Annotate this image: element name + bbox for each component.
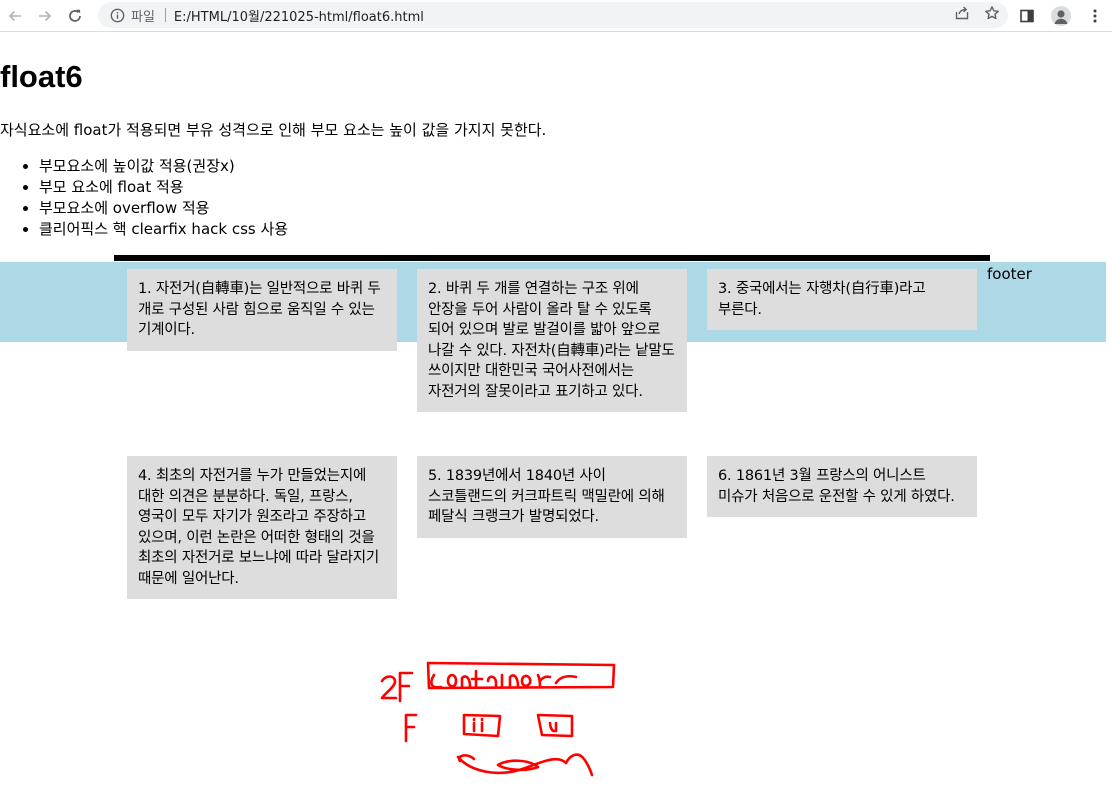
footer-label: footer: [987, 265, 1032, 283]
container-top-border: [114, 255, 990, 261]
reload-icon[interactable]: [60, 1, 90, 31]
bookmark-star-icon[interactable]: [984, 5, 1000, 25]
clearfix-method-list: 부모요소에 높이값 적용(권장x) 부모 요소에 float 적용 부모요소에 …: [0, 156, 288, 240]
card-2: 2. 바퀴 두 개를 연결하는 구조 위에 안장을 두어 사람이 올라 탈 수 …: [417, 269, 687, 412]
list-item: 부모 요소에 float 적용: [39, 177, 288, 198]
forward-icon[interactable]: [30, 1, 60, 31]
card-4: 4. 최초의 자전거를 누가 만들었는지에 대한 의견은 분분하다. 독일, 프…: [127, 456, 397, 599]
address-bar[interactable]: 파일 E:/HTML/10월/221025-html/float6.html: [98, 2, 1008, 28]
card-3: 3. 중국에서는 자행차(自行車)라고 부른다.: [707, 269, 977, 330]
protocol-label: 파일: [131, 9, 155, 25]
share-icon[interactable]: [954, 5, 970, 25]
handwritten-annotation: [380, 661, 616, 777]
browser-toolbar: 파일 E:/HTML/10월/221025-html/float6.html: [0, 0, 1112, 32]
card-1: 1. 자전거(自轉車)는 일반적으로 바퀴 두 개로 구성된 사람 힘으로 움직…: [127, 269, 397, 351]
back-icon[interactable]: [0, 1, 30, 31]
avatar-icon: [1051, 6, 1071, 26]
info-icon[interactable]: [109, 7, 125, 23]
side-panel-icon[interactable]: [1010, 1, 1044, 31]
list-item: 부모요소에 overflow 적용: [39, 198, 288, 219]
url-text[interactable]: E:/HTML/10월/221025-html/float6.html: [174, 6, 424, 25]
list-item: 클리어픽스 핵 clearfix hack css 사용: [39, 219, 288, 240]
card-6: 6. 1861년 3월 프랑스의 어니스트 미슈가 처음으로 운전할 수 있게 …: [707, 456, 977, 517]
page-viewport: float6 자식요소에 float가 적용되면 부유 성격으로 인해 부모 요…: [0, 33, 1112, 794]
list-item: 부모요소에 높이값 적용(권장x): [39, 156, 288, 177]
card-5: 5. 1839년에서 1840년 사이 스코틀랜드의 커크파트릭 맥밀란에 의해…: [417, 456, 687, 538]
intro-text: 자식요소에 float가 적용되면 부유 성격으로 인해 부모 요소는 높이 값…: [0, 121, 547, 139]
profile-avatar[interactable]: [1044, 1, 1078, 31]
menu-kebab-icon[interactable]: [1078, 1, 1112, 31]
page-title: float6: [0, 59, 83, 94]
address-divider: [164, 8, 166, 22]
